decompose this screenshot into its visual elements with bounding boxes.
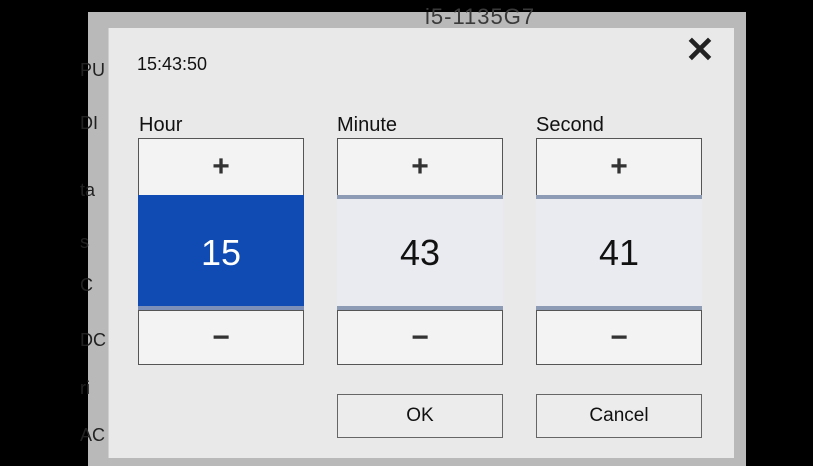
- background-label: PU: [80, 60, 106, 80]
- background-cpu-text: i5-1135G7: [425, 4, 536, 29]
- hour-decrement-button[interactable]: −: [138, 310, 304, 365]
- minute-spinner: + 43 −: [337, 138, 503, 365]
- ok-button[interactable]: OK: [337, 394, 503, 438]
- hour-value[interactable]: 15: [138, 195, 304, 310]
- second-label: Second: [536, 114, 604, 136]
- background-label: DC: [80, 330, 106, 350]
- background-label: DI: [80, 113, 98, 133]
- minute-label: Minute: [337, 114, 398, 136]
- screen: i5-1135G7 PU DI ta s C DC ri AC 15:43:50…: [0, 0, 813, 466]
- second-increment-button[interactable]: +: [536, 138, 702, 196]
- time-picker-dialog: 15:43:50 ✕ Hour + 15 − Minute + 43 − Sec…: [108, 28, 734, 458]
- hour-spinner: + 15 −: [138, 138, 304, 365]
- second-value[interactable]: 41: [536, 195, 702, 310]
- cancel-button[interactable]: Cancel: [536, 394, 702, 438]
- hour-increment-button[interactable]: +: [138, 138, 304, 196]
- hour-label: Hour: [139, 114, 183, 136]
- background-label: AC: [80, 425, 106, 445]
- background-label: C: [80, 275, 93, 295]
- background-label: ta: [80, 180, 96, 200]
- background-label: ri: [80, 378, 90, 398]
- background-label: s: [80, 232, 89, 252]
- minute-decrement-button[interactable]: −: [337, 310, 503, 365]
- close-icon[interactable]: ✕: [680, 30, 720, 70]
- minute-increment-button[interactable]: +: [337, 138, 503, 196]
- minute-value[interactable]: 43: [337, 195, 503, 310]
- current-time-display: 15:43:50: [137, 54, 208, 74]
- second-decrement-button[interactable]: −: [536, 310, 702, 365]
- second-spinner: + 41 −: [536, 138, 702, 365]
